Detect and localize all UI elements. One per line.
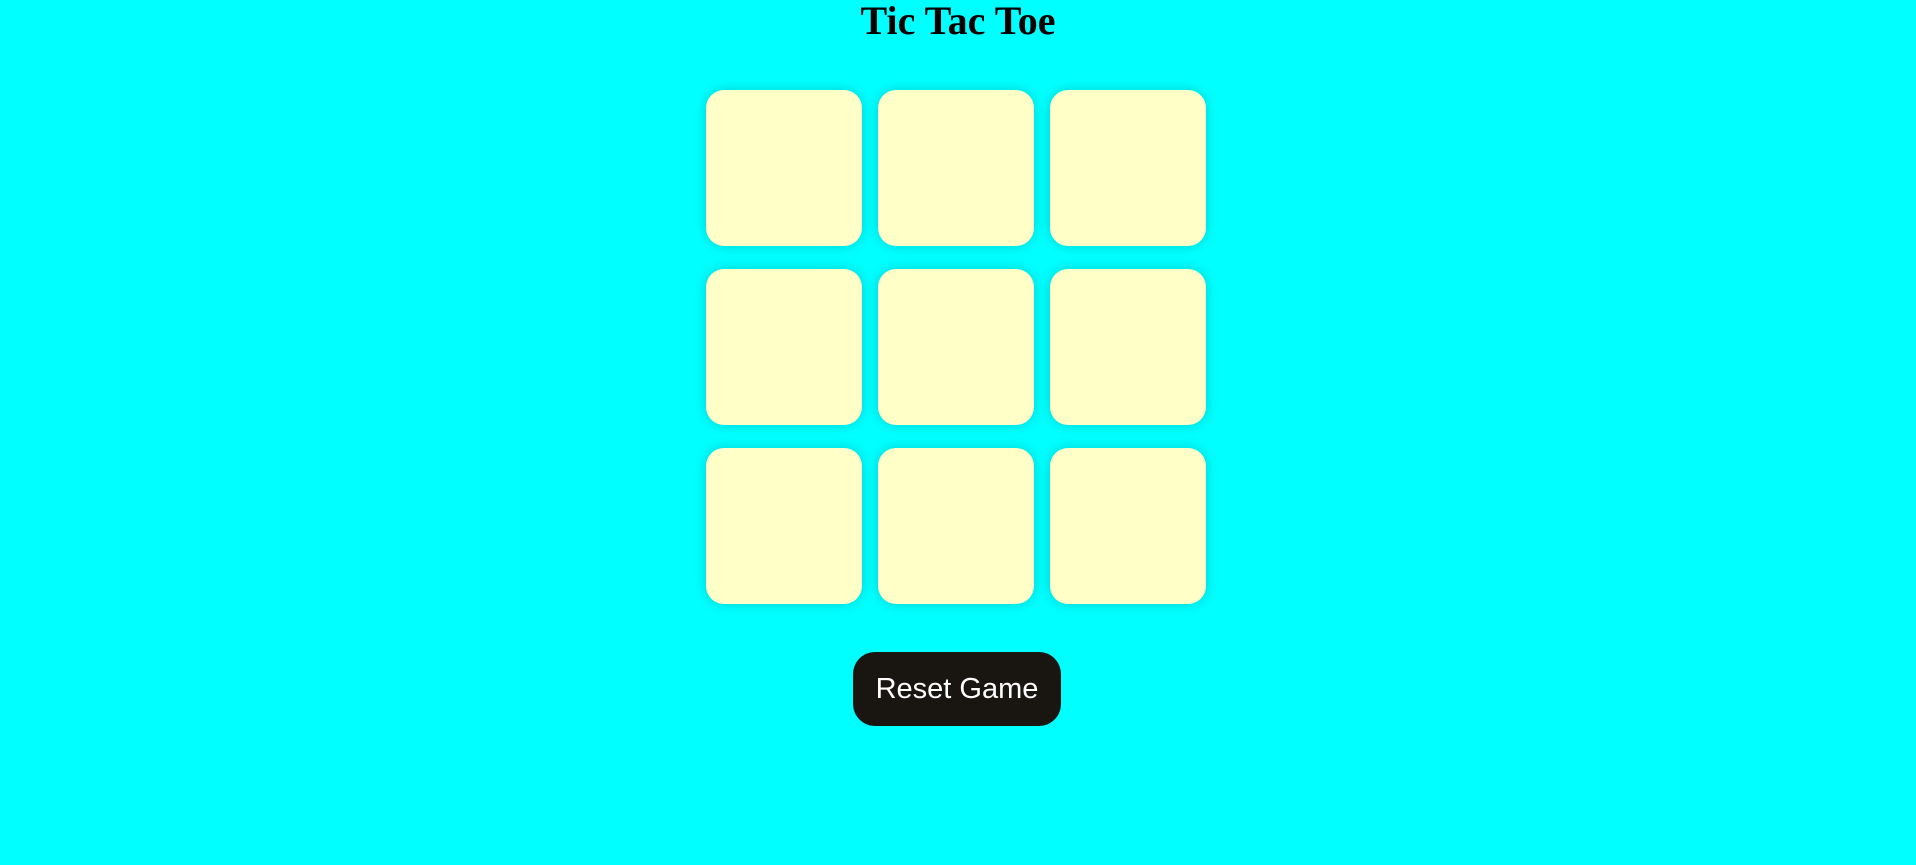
board-cell-2[interactable] <box>878 90 1034 246</box>
board-cell-6[interactable] <box>1050 269 1206 425</box>
board-cell-9[interactable] <box>1050 448 1206 604</box>
game-board <box>706 90 1208 604</box>
board-cell-8[interactable] <box>878 448 1034 604</box>
board-cell-5[interactable] <box>878 269 1034 425</box>
board-cell-1[interactable] <box>706 90 862 246</box>
reset-game-button[interactable]: Reset Game <box>853 652 1061 726</box>
board-cell-7[interactable] <box>706 448 862 604</box>
board-cell-4[interactable] <box>706 269 862 425</box>
board-cell-3[interactable] <box>1050 90 1206 246</box>
game-title: Tic Tac Toe <box>860 0 1056 43</box>
